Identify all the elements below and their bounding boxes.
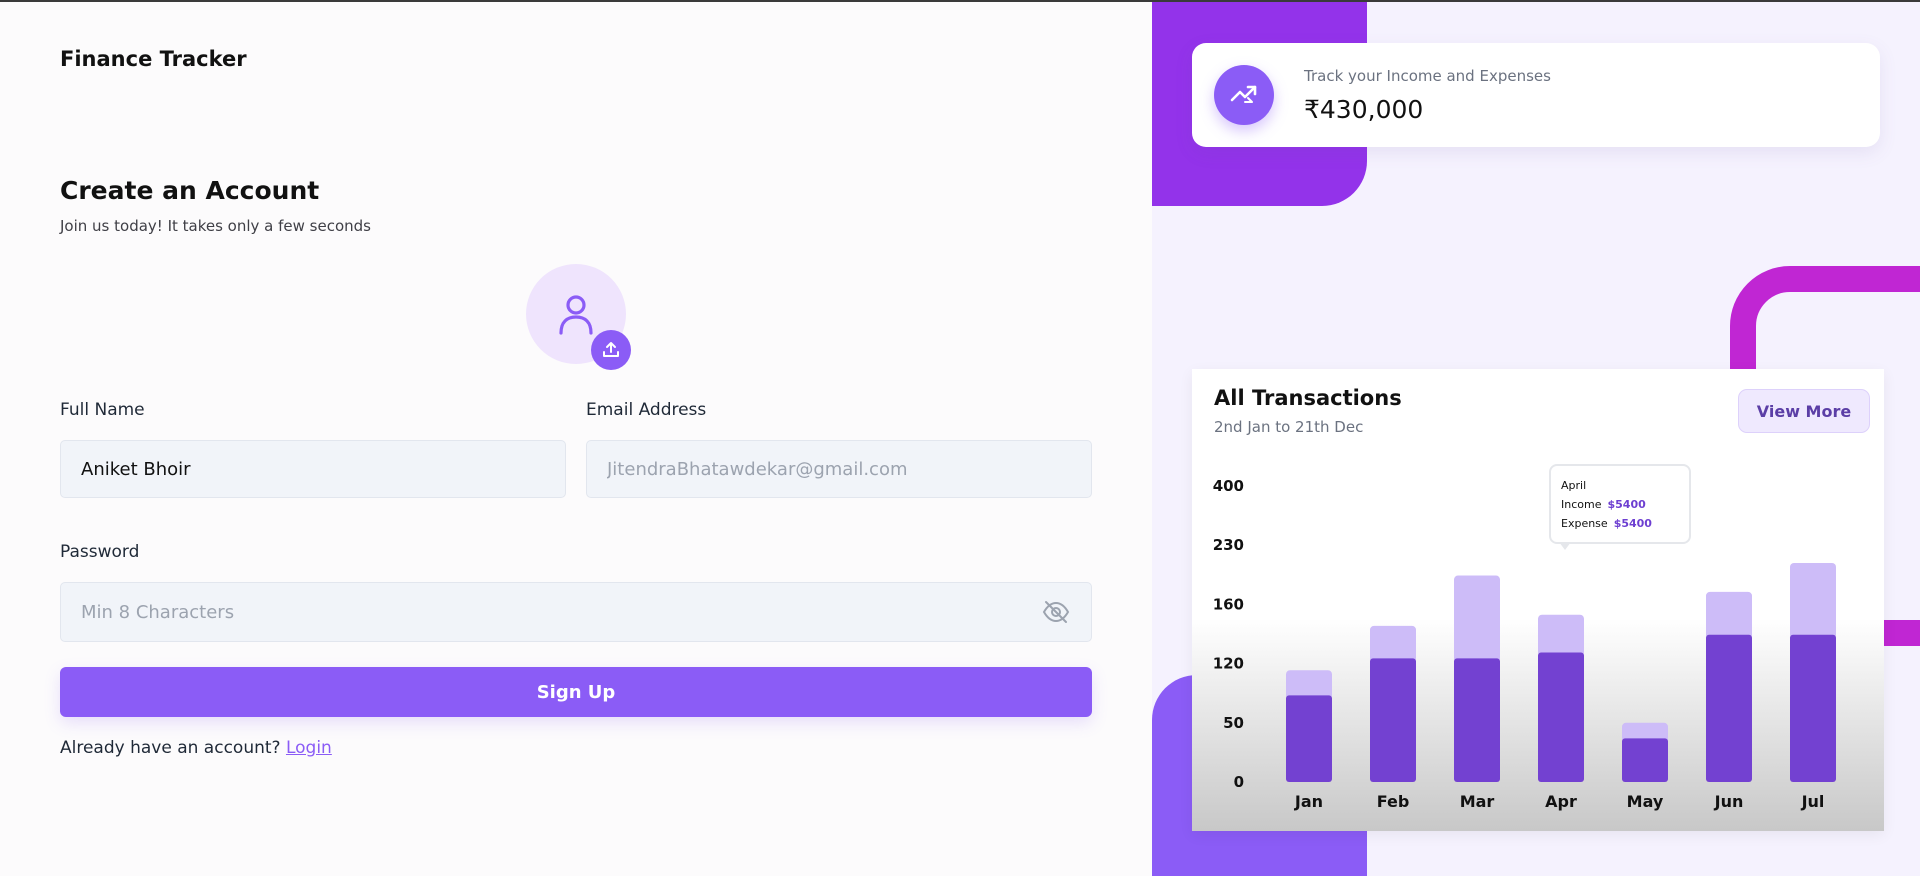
tooltip-month: April <box>1561 479 1587 492</box>
y-tick-label: 120 <box>1213 655 1244 673</box>
x-tick-label: Jan <box>1294 792 1323 811</box>
x-tick-label: May <box>1627 792 1664 811</box>
tooltip-income-row: Income $5400 <box>1561 495 1679 514</box>
stat-label: Track your Income and Expenses <box>1304 67 1551 85</box>
x-tick-label: Mar <box>1460 792 1495 811</box>
tooltip-income-value: $5400 <box>1607 498 1646 511</box>
email-input[interactable] <box>586 440 1092 498</box>
login-link[interactable]: Login <box>286 738 332 758</box>
password-label: Password <box>60 542 140 562</box>
trending-up-icon <box>1230 85 1257 103</box>
y-tick-label: 50 <box>1223 714 1244 732</box>
stat-icon-badge <box>1214 65 1274 125</box>
tooltip-pointer <box>1559 542 1571 550</box>
bar-expense-jul[interactable] <box>1790 562 1836 639</box>
sign-up-button[interactable]: Sign Up <box>60 667 1092 717</box>
profile-photo-selector <box>526 264 631 370</box>
eye-off-icon[interactable] <box>1042 600 1070 624</box>
bar-income-feb[interactable] <box>1370 658 1416 782</box>
tooltip-expense-label: Expense <box>1561 517 1608 530</box>
tooltip-expense-value: $5400 <box>1613 517 1652 530</box>
tooltip-expense-row: Expense $5400 <box>1561 514 1679 533</box>
bar-expense-feb[interactable] <box>1370 625 1416 663</box>
bar-income-may[interactable] <box>1622 738 1668 782</box>
x-tick-label: Apr <box>1545 792 1577 811</box>
stat-value: ₹430,000 <box>1304 95 1424 124</box>
page-title: Create an Account <box>60 176 320 205</box>
brand-title: Finance Tracker <box>60 47 247 71</box>
bar-income-jan[interactable] <box>1286 695 1332 782</box>
full-name-label: Full Name <box>60 400 145 420</box>
upload-photo-button[interactable] <box>591 330 631 370</box>
y-tick-label: 160 <box>1213 595 1244 613</box>
transactions-chart-card: All Transactions 2nd Jan to 21th Dec Vie… <box>1192 369 1884 831</box>
bar-expense-jan[interactable] <box>1286 670 1332 700</box>
transactions-bar-chart: 0 50 120 160 230 400 Jan Feb Mar Apr May Jun Jul <box>1213 477 1836 811</box>
bar-expense-apr[interactable] <box>1538 614 1584 657</box>
bar-income-mar[interactable] <box>1454 658 1500 782</box>
y-tick-label: 230 <box>1213 536 1244 554</box>
login-prompt-text: Already have an account? <box>60 738 281 758</box>
login-prompt: Already have an account? Login <box>60 738 332 758</box>
signup-panel: Finance Tracker Create an Account Join u… <box>0 2 1152 876</box>
y-tick-label: 400 <box>1213 477 1244 495</box>
email-label: Email Address <box>586 400 707 420</box>
bar-income-apr[interactable] <box>1538 652 1584 783</box>
password-input[interactable] <box>60 582 1092 642</box>
bar-expense-mar[interactable] <box>1454 575 1500 663</box>
bar-expense-jun[interactable] <box>1706 591 1752 639</box>
page-subtitle: Join us today! It takes only a few secon… <box>60 217 371 235</box>
tooltip-income-label: Income <box>1561 498 1602 511</box>
bar-income-jun[interactable] <box>1706 634 1752 782</box>
preview-panel: Track your Income and Expenses ₹430,000 … <box>1152 2 1920 876</box>
y-tick-label: 0 <box>1234 773 1244 791</box>
user-icon <box>559 295 593 335</box>
bar-income-jul[interactable] <box>1790 634 1836 782</box>
upload-icon <box>603 342 619 357</box>
x-tick-label: Feb <box>1377 792 1410 811</box>
chart-tooltip: April Income $5400 Expense $5400 <box>1549 464 1691 550</box>
full-name-input[interactable] <box>60 440 566 498</box>
x-tick-label: Jun <box>1714 792 1744 811</box>
income-stat-card: Track your Income and Expenses ₹430,000 <box>1192 43 1880 147</box>
x-tick-label: Jul <box>1801 792 1825 811</box>
